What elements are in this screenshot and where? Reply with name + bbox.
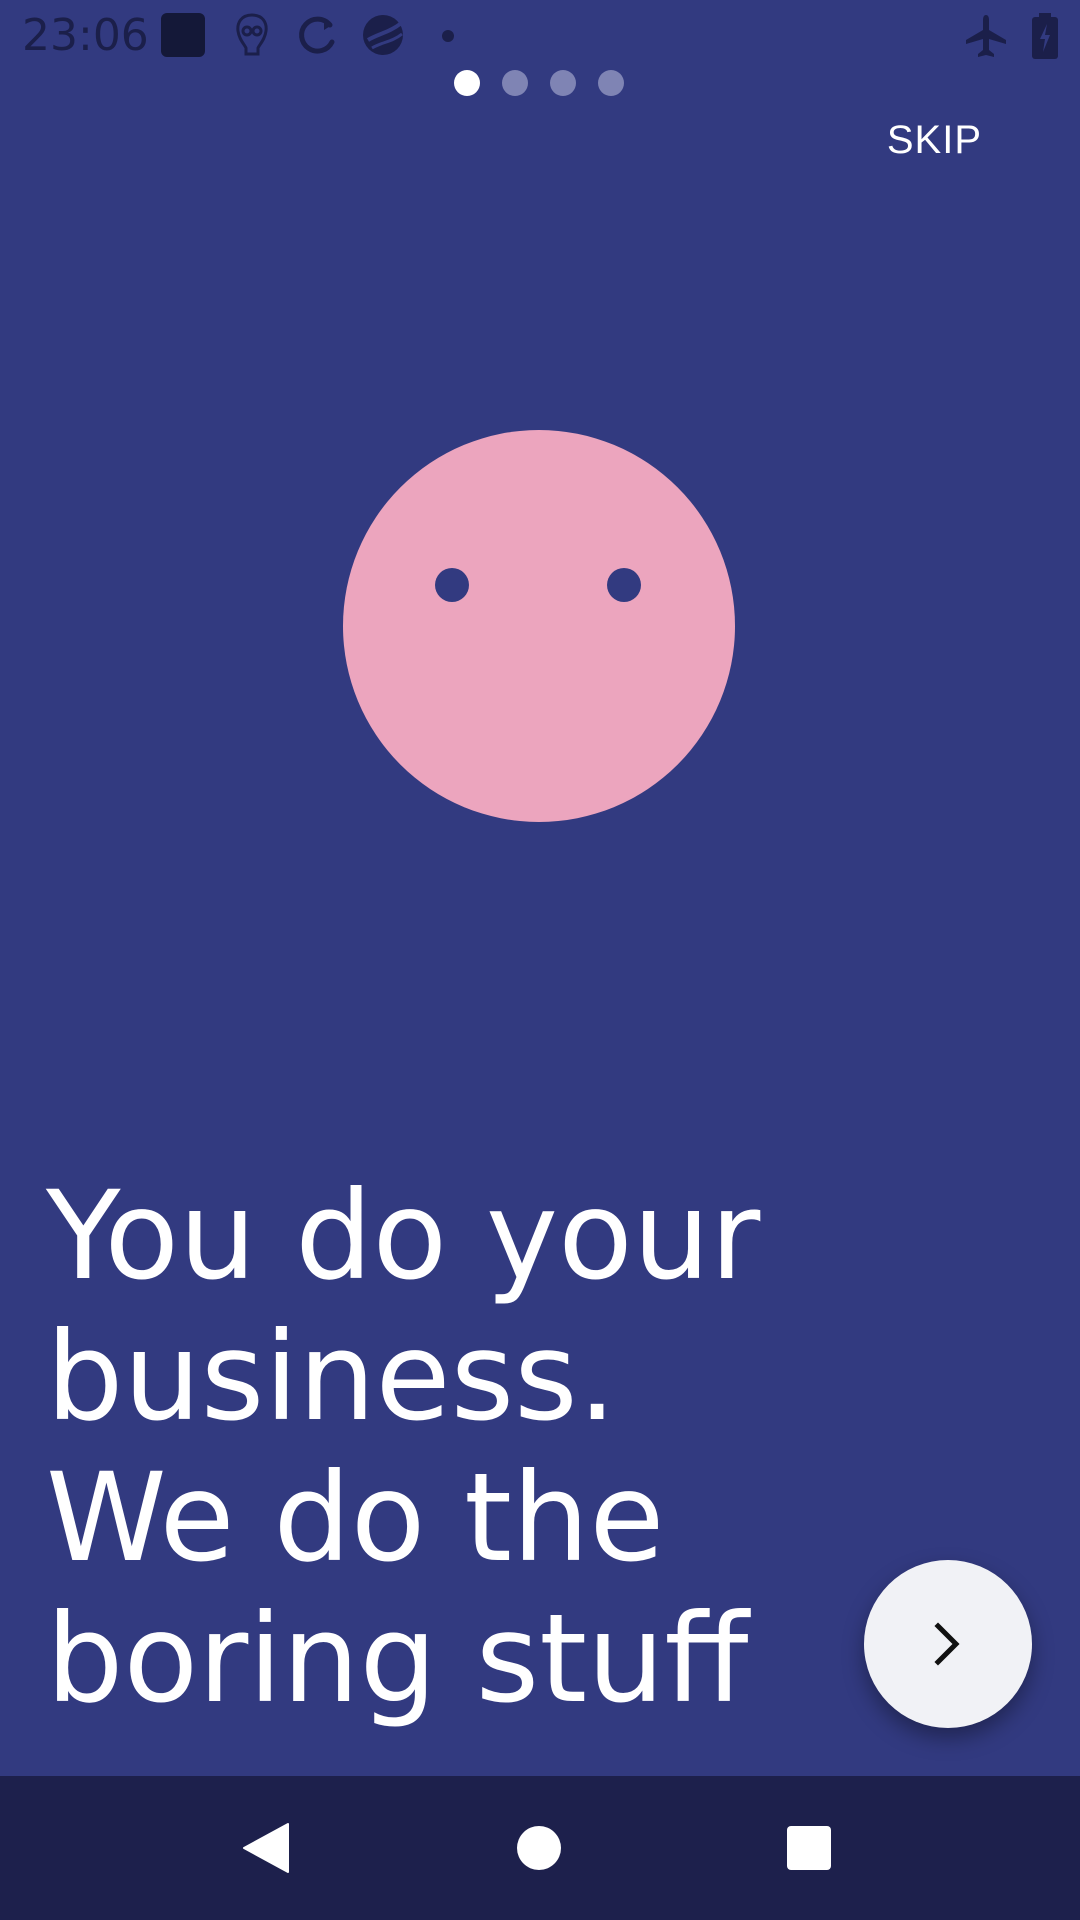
page-dot-4 (598, 70, 624, 96)
right-eye (607, 568, 641, 602)
skip-button[interactable]: SKIP (887, 118, 982, 163)
robot-icon (236, 13, 268, 56)
nav-recents-button[interactable] (765, 1804, 853, 1892)
back-icon (243, 1823, 289, 1873)
nav-back-button[interactable] (222, 1804, 310, 1892)
page-dot-3 (550, 70, 576, 96)
navigation-bar (0, 1776, 1080, 1920)
headline-line-3: We do the (46, 1447, 665, 1589)
headline-line-4: boring stuff (46, 1588, 749, 1730)
face-illustration (343, 430, 735, 822)
page-indicator (454, 70, 624, 96)
recents-icon (787, 1826, 831, 1870)
face-circle (343, 430, 735, 822)
page-dot-1 (454, 70, 480, 96)
dot-icon (442, 30, 454, 42)
onboarding-screen: 23:06 SKIP You do your business. We do t… (0, 0, 1080, 1920)
page-dot-2 (502, 70, 528, 96)
airplane-mode-icon (966, 15, 1006, 57)
ball-icon (363, 15, 403, 55)
battery-charging-icon (1032, 13, 1058, 59)
nav-home-button[interactable] (495, 1804, 583, 1892)
headline-line-1: You do your (46, 1165, 761, 1307)
next-button[interactable] (864, 1560, 1032, 1728)
status-bar: 23:06 (0, 0, 1080, 72)
chevron-right-icon (934, 1622, 960, 1666)
notification-square-icon (161, 13, 205, 57)
sync-icon (299, 16, 335, 54)
headline-line-2: business. (46, 1306, 617, 1448)
left-eye (435, 568, 469, 602)
status-time: 23:06 (22, 10, 149, 61)
onboarding-headline: You do your business. We do the boring s… (46, 1166, 806, 1730)
home-icon (517, 1826, 561, 1870)
